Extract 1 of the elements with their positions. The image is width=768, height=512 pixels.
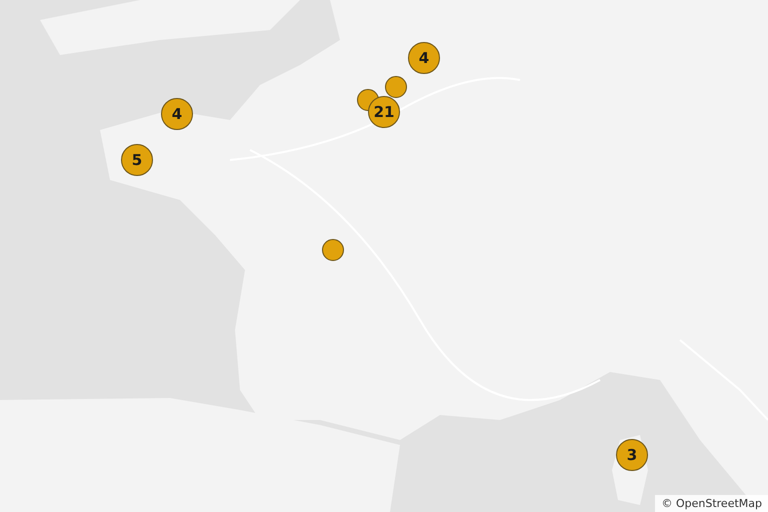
map-attribution: © OpenStreetMap <box>655 495 768 512</box>
